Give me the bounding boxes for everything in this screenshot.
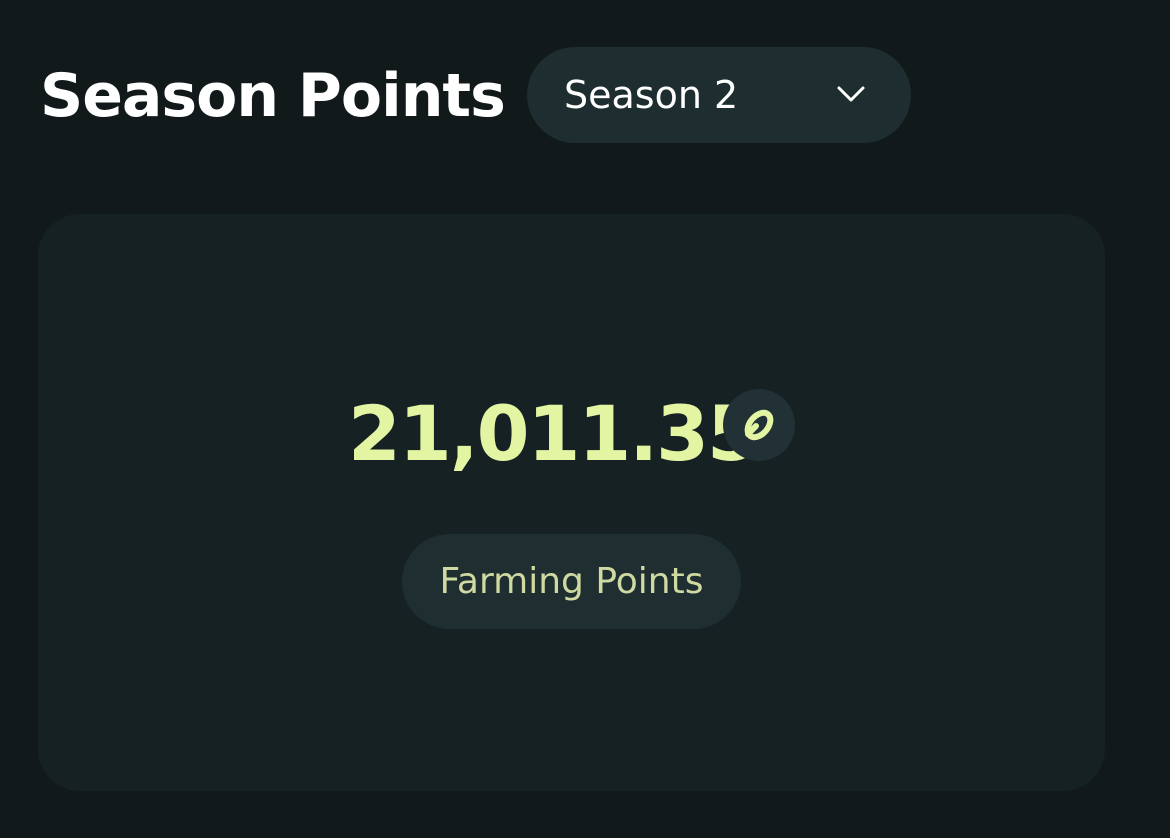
season-dropdown-label: Season 2 — [564, 73, 739, 117]
token-logo-icon — [723, 389, 795, 461]
farming-points-label: Farming Points — [439, 561, 704, 602]
points-card — [38, 214, 1105, 791]
page-title: Season Points — [40, 61, 506, 131]
chevron-down-icon[interactable] — [834, 81, 868, 107]
farming-points-badge: Farming Points — [402, 534, 741, 629]
points-value: 21,011.35 — [348, 389, 760, 478]
